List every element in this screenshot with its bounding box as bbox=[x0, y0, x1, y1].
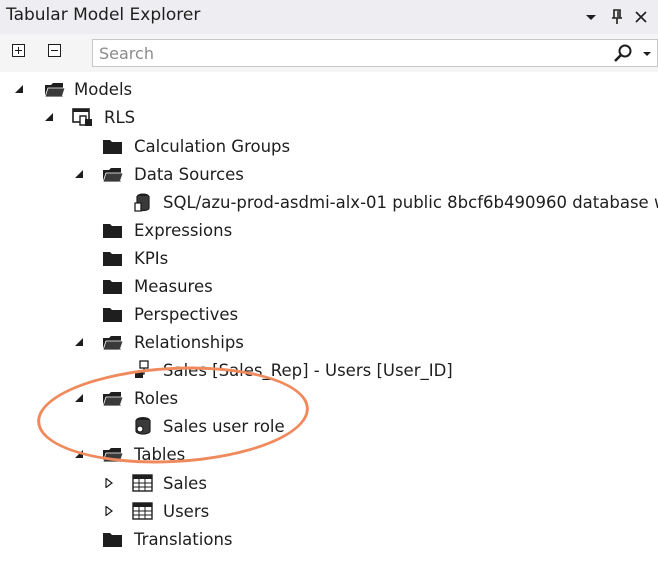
collapse-arrow-icon[interactable] bbox=[104, 506, 114, 516]
collapse-all-icon[interactable] bbox=[48, 44, 61, 57]
expand-arrow-icon[interactable] bbox=[74, 169, 84, 179]
tree-label: SQL/azu-prod-asdmi-alx-01 public 8bcf6b4… bbox=[163, 192, 658, 212]
tree-node-calculation-groups[interactable]: Calculation Groups bbox=[100, 132, 640, 160]
database-icon bbox=[134, 193, 150, 212]
collapse-arrow-icon[interactable] bbox=[104, 478, 114, 488]
tree-label: Sales user role bbox=[163, 416, 285, 436]
expand-arrow-icon[interactable] bbox=[74, 393, 84, 403]
tree-node-relationships[interactable]: Relationships bbox=[72, 328, 652, 356]
folder-icon bbox=[102, 391, 124, 407]
folder-icon bbox=[102, 447, 124, 463]
folder-icon bbox=[103, 280, 122, 294]
tree-node-models[interactable]: Models bbox=[12, 75, 612, 103]
role-icon bbox=[135, 417, 151, 435]
relationship-icon bbox=[135, 360, 149, 378]
tree-label: KPIs bbox=[134, 248, 169, 268]
model-tree: Models RLS Calculation Groups Data Sourc… bbox=[0, 75, 658, 581]
close-icon[interactable] bbox=[630, 0, 652, 34]
folder-icon bbox=[102, 167, 124, 183]
folder-icon bbox=[103, 224, 122, 238]
tree-node-translations[interactable]: Translations bbox=[100, 525, 640, 553]
tree-label: Perspectives bbox=[134, 304, 239, 324]
tree-node-table-sales[interactable]: Sales bbox=[102, 469, 642, 497]
expand-arrow-icon[interactable] bbox=[44, 112, 54, 122]
folder-icon bbox=[44, 82, 66, 98]
tree-label: Sales [Sales_Rep] - Users [User_ID] bbox=[163, 360, 453, 380]
model-icon bbox=[72, 108, 92, 126]
dropdown-icon[interactable] bbox=[580, 0, 602, 34]
folder-icon bbox=[102, 335, 124, 351]
folder-icon bbox=[103, 252, 122, 266]
tree-label: Roles bbox=[134, 388, 179, 408]
tree-label: Measures bbox=[134, 276, 213, 296]
tree-node-expressions[interactable]: Expressions bbox=[100, 216, 640, 244]
tree-label: Calculation Groups bbox=[134, 136, 291, 156]
expand-arrow-icon[interactable] bbox=[14, 84, 24, 94]
panel-titlebar: Tabular Model Explorer bbox=[0, 0, 658, 34]
tree-node-rls[interactable]: RLS bbox=[42, 103, 642, 131]
tree-label: Expressions bbox=[134, 220, 233, 240]
tree-node-measures[interactable]: Measures bbox=[100, 272, 640, 300]
table-icon bbox=[132, 474, 153, 492]
tree-node-kpis[interactable]: KPIs bbox=[100, 244, 640, 272]
tree-label: RLS bbox=[104, 107, 136, 127]
folder-icon bbox=[103, 140, 122, 154]
tree-node-data-source-item[interactable]: SQL/azu-prod-asdmi-alx-01 public 8bcf6b4… bbox=[130, 188, 658, 216]
search-input[interactable] bbox=[93, 40, 593, 66]
tree-node-table-users[interactable]: Users bbox=[102, 497, 642, 525]
tree-label: Translations bbox=[134, 529, 233, 549]
expand-arrow-icon[interactable] bbox=[74, 449, 84, 459]
tree-label: Models bbox=[74, 79, 133, 99]
tree-label: Sales bbox=[163, 473, 207, 493]
tree-label: Tables bbox=[134, 444, 186, 464]
folder-icon bbox=[103, 308, 122, 322]
pin-icon[interactable] bbox=[606, 0, 628, 34]
search-icon[interactable] bbox=[613, 43, 653, 65]
table-icon bbox=[132, 502, 153, 520]
tree-node-data-sources[interactable]: Data Sources bbox=[72, 160, 652, 188]
folder-icon bbox=[103, 533, 122, 547]
tree-node-perspectives[interactable]: Perspectives bbox=[100, 300, 640, 328]
tree-node-relationship-item[interactable]: Sales [Sales_Rep] - Users [User_ID] bbox=[130, 356, 640, 384]
tree-label: Relationships bbox=[134, 332, 244, 352]
tree-node-roles[interactable]: Roles bbox=[72, 384, 652, 412]
tree-node-tables[interactable]: Tables bbox=[72, 440, 652, 468]
tree-label: Data Sources bbox=[134, 164, 244, 184]
expand-all-icon[interactable] bbox=[12, 44, 25, 57]
search-box bbox=[92, 39, 658, 67]
tree-label: Users bbox=[163, 501, 210, 521]
expand-arrow-icon[interactable] bbox=[74, 337, 84, 347]
panel-title: Tabular Model Explorer bbox=[6, 5, 201, 25]
tree-node-role-item[interactable]: Sales user role bbox=[130, 412, 640, 440]
